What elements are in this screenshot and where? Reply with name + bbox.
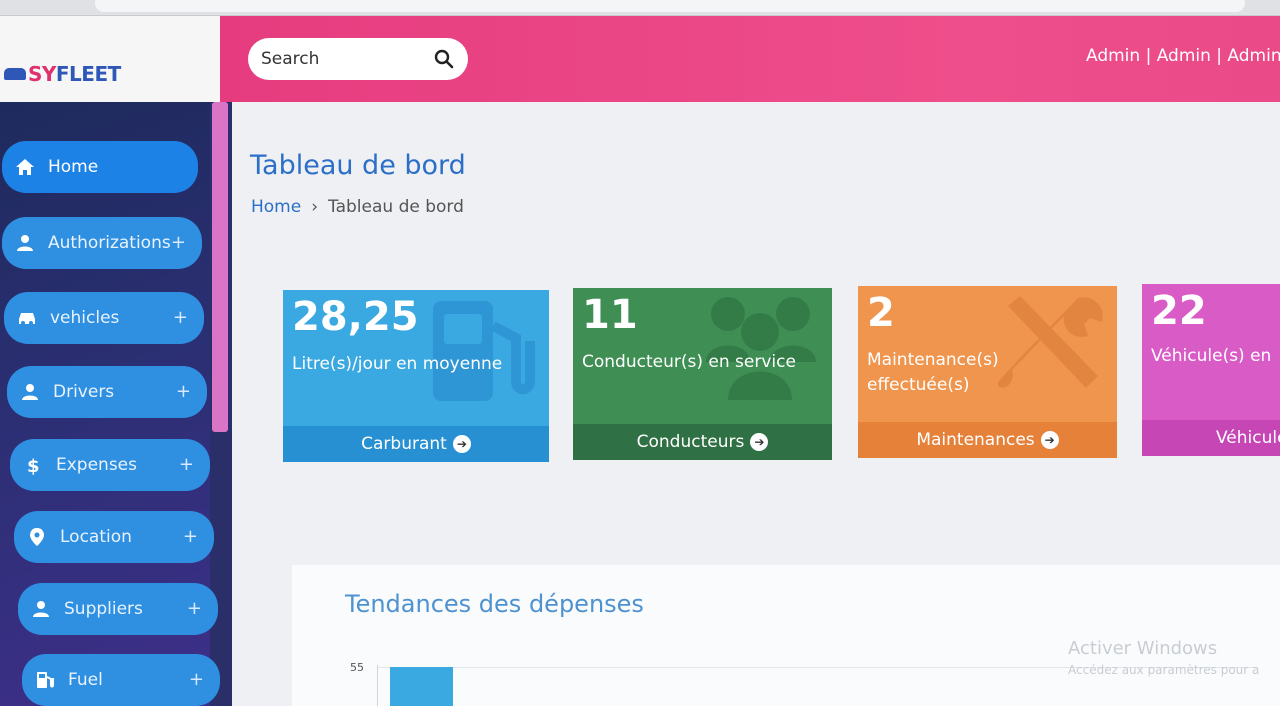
- maintenance-label: Maintenance(s) effectuée(s): [867, 350, 999, 395]
- sidebar-item-label: Home: [48, 157, 99, 177]
- stat-card-fuel: 28,25 Litre(s)/jour en moyenne Carburant…: [283, 290, 549, 462]
- maintenance-more-link[interactable]: Maintenances ➔: [858, 422, 1117, 458]
- activation-watermark-sub: Accédez aux paramètres pour a: [1068, 663, 1260, 677]
- expand-plus-icon[interactable]: +: [189, 669, 204, 690]
- drivers-value: 11: [582, 292, 638, 338]
- sidebar-item-location[interactable]: Location +: [14, 511, 214, 563]
- search-icon[interactable]: [434, 49, 454, 69]
- fuel-pump-icon: [37, 672, 54, 688]
- fuel-value: 28,25: [292, 294, 419, 340]
- arrow-right-circle-icon: ➔: [452, 435, 471, 453]
- arrow-right-circle-icon: ➔: [1040, 431, 1059, 449]
- fuel-more-link[interactable]: Carburant ➔: [283, 426, 549, 462]
- sidebar-item-suppliers[interactable]: Suppliers +: [18, 583, 218, 635]
- sidebar-item-fuel[interactable]: Fuel +: [22, 654, 220, 706]
- sidebar-item-authorizations[interactable]: Authorizations +: [2, 217, 202, 269]
- stat-card-vehicles: 22 Véhicule(s) en Véhicule: [1142, 284, 1280, 456]
- browser-toolbar: [0, 0, 1280, 16]
- home-icon: [16, 159, 34, 175]
- scrollbar-thumb[interactable]: [212, 102, 228, 432]
- breadcrumb: Home › Tableau de bord: [251, 197, 464, 217]
- sidebar-item-label: Drivers: [53, 382, 115, 402]
- breadcrumb-home-link[interactable]: Home: [251, 197, 301, 217]
- sidebar-item-home[interactable]: Home: [2, 141, 198, 193]
- breadcrumb-current: Tableau de bord: [328, 197, 464, 217]
- sidebar-item-vehicles[interactable]: vehicles +: [4, 292, 204, 344]
- expand-plus-icon[interactable]: +: [173, 307, 188, 328]
- search-placeholder: Search: [261, 49, 320, 69]
- breadcrumb-chevron-icon: ›: [311, 197, 319, 217]
- expand-plus-icon[interactable]: +: [171, 232, 186, 253]
- sidebar-item-label: vehicles: [50, 308, 120, 328]
- vehicles-more-link[interactable]: Véhicule: [1142, 420, 1280, 456]
- sidebar-item-label: Expenses: [56, 455, 137, 475]
- user-menu[interactable]: Admin | Admin | Admin: [1086, 46, 1280, 66]
- expense-bar: [390, 667, 453, 706]
- sidebar-item-label: Suppliers: [64, 599, 143, 619]
- expand-plus-icon[interactable]: +: [183, 526, 198, 547]
- drivers-label: Conducteur(s) en service: [582, 352, 796, 372]
- expand-plus-icon[interactable]: +: [179, 454, 194, 475]
- stat-card-maintenance: 2 Maintenance(s) effectuée(s) Maintenanc…: [858, 286, 1117, 458]
- fuel-pump-icon: [433, 301, 535, 401]
- fuel-label: Litre(s)/jour en moyenne: [292, 354, 503, 374]
- sidebar-item-expenses[interactable]: $ Expenses +: [10, 439, 210, 491]
- maintenance-value: 2: [867, 290, 895, 336]
- dollar-icon: $: [27, 456, 40, 476]
- user-icon: [33, 601, 49, 617]
- y-axis-tick: 55: [350, 661, 364, 674]
- search-input[interactable]: Search: [248, 38, 468, 80]
- user-icon: [22, 384, 38, 400]
- address-bar[interactable]: [95, 0, 1245, 12]
- stat-card-drivers: 11 Conducteur(s) en service Conducteurs ➔: [573, 288, 832, 460]
- page-title: Tableau de bord: [250, 150, 466, 181]
- vehicles-value: 22: [1151, 288, 1207, 334]
- logo-area: SYFLEET: [0, 16, 220, 102]
- user-icon: [17, 235, 33, 251]
- sidebar-item-drivers[interactable]: Drivers +: [7, 366, 207, 418]
- sidebar-item-label: Location: [60, 527, 132, 547]
- expand-plus-icon[interactable]: +: [187, 598, 202, 619]
- arrow-right-circle-icon: ➔: [750, 433, 769, 451]
- users-group-icon: [706, 297, 816, 400]
- vehicles-label: Véhicule(s) en: [1151, 346, 1272, 366]
- car-logo-icon: [4, 68, 26, 80]
- svg-text:$: $: [27, 456, 40, 476]
- map-pin-icon: [30, 528, 44, 546]
- expand-plus-icon[interactable]: +: [176, 381, 191, 402]
- sidebar-item-label: Authorizations: [48, 233, 171, 253]
- expenses-title: Tendances des dépenses: [345, 590, 644, 618]
- app-logo[interactable]: SYFLEET: [4, 62, 121, 86]
- drivers-more-link[interactable]: Conducteurs ➔: [573, 424, 832, 460]
- y-axis-line: [377, 665, 378, 706]
- sidebar-item-label: Fuel: [68, 670, 103, 690]
- car-icon: [19, 313, 35, 325]
- activation-watermark: Activer Windows: [1068, 638, 1218, 659]
